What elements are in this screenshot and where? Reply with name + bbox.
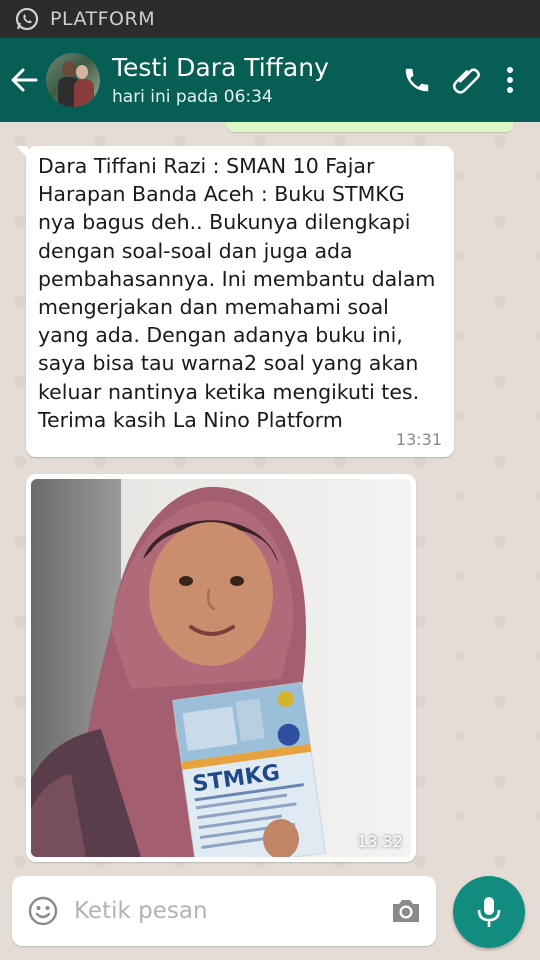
incoming-message[interactable]: Dara Tiffani Razi : SMAN 10 Fajar Harapa… [16, 146, 454, 458]
incoming-image-message[interactable]: STMKG 13:32 [26, 474, 416, 862]
more-vert-icon [507, 67, 513, 93]
image-time: 13:32 [356, 832, 403, 851]
attach-button[interactable] [442, 50, 492, 110]
arrow-left-icon [11, 68, 38, 92]
message-text: Dara Tiffani Razi : SMAN 10 Fajar Harapa… [38, 154, 436, 432]
contact-name: Testi Dara Tiffany [112, 53, 329, 82]
chat-header: Testi Dara Tiffany hari ini pada 06:34 [0, 38, 540, 122]
voice-record-button[interactable] [453, 876, 525, 948]
back-button[interactable] [2, 38, 46, 122]
camera-icon [393, 900, 419, 922]
whatsapp-icon [15, 7, 39, 31]
microphone-icon [477, 897, 501, 927]
avatar[interactable] [46, 53, 100, 107]
chat-area[interactable]: Dara Tiffani Razi : SMAN 10 Fajar Harapa… [0, 122, 540, 872]
camera-button[interactable] [376, 876, 436, 946]
person-holding-book-illustration: STMKG [31, 486, 326, 857]
phone-icon [405, 68, 429, 92]
message-photo[interactable]: STMKG 13:32 [31, 479, 411, 857]
more-button[interactable] [492, 50, 528, 110]
status-bar: PLATFORM [0, 0, 540, 38]
paperclip-icon [452, 68, 480, 94]
message-composer [12, 876, 436, 946]
emoji-icon [28, 896, 58, 926]
previous-outgoing-bubble [226, 122, 514, 132]
last-seen: hari ini pada 06:34 [112, 87, 273, 107]
emoji-button[interactable] [12, 876, 74, 946]
message-input[interactable] [74, 898, 376, 924]
call-button[interactable] [392, 50, 442, 110]
carrier-label: PLATFORM [50, 8, 156, 30]
contact-info[interactable]: Testi Dara Tiffany hari ini pada 06:34 [112, 53, 392, 107]
